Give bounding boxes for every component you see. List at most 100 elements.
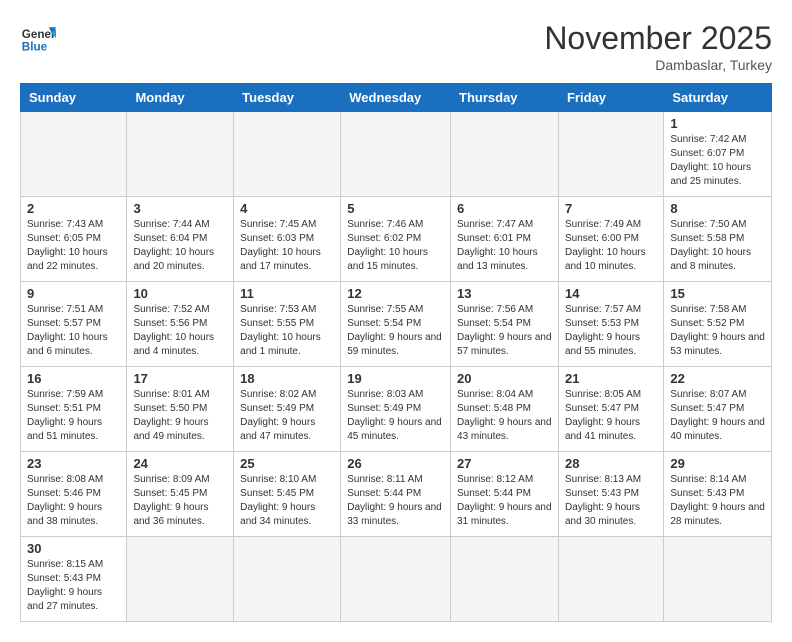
day-info: Sunrise: 8:14 AM Sunset: 5:43 PM Dayligh…: [670, 473, 765, 529]
month-title: November 2025: [544, 20, 772, 57]
day-cell: [127, 112, 234, 197]
day-number: 5: [347, 201, 444, 216]
day-cell: 19Sunrise: 8:03 AM Sunset: 5:49 PM Dayli…: [341, 367, 451, 452]
day-number: 22: [670, 371, 765, 386]
day-info: Sunrise: 7:45 AM Sunset: 6:03 PM Dayligh…: [240, 218, 334, 274]
day-info: Sunrise: 7:49 AM Sunset: 6:00 PM Dayligh…: [565, 218, 657, 274]
day-cell: 29 Sunrise: 8:14 AM Sunset: 5:43 PM Dayli…: [664, 452, 772, 537]
day-info: Sunrise: 7:50 AM Sunset: 5:58 PM Dayligh…: [670, 218, 765, 274]
day-info: Sunrise: 7:55 AM Sunset: 5:54 PM Dayligh…: [347, 303, 444, 359]
day-cell: 4 Sunrise: 7:45 AM Sunset: 6:03 PM Daylig…: [234, 197, 341, 282]
day-cell: 28 Sunrise: 8:13 AM Sunset: 5:43 PM Dayli…: [558, 452, 663, 537]
day-info: Sunrise: 8:01 AM Sunset: 5:50 PM Dayligh…: [133, 388, 227, 444]
day-cell: [451, 537, 559, 622]
day-number: 29: [670, 456, 765, 471]
day-info: Sunrise: 7:42 AM Sunset: 6:07 PM Dayligh…: [670, 133, 765, 189]
logo-icon: General Blue: [20, 20, 56, 56]
day-number: 16: [27, 371, 120, 386]
day-info: Sunrise: 7:46 AM Sunset: 6:02 PM Dayligh…: [347, 218, 444, 274]
day-number: 7: [565, 201, 657, 216]
week-row-2: 2Sunrise: 7:43 AM Sunset: 6:05 PM Daylig…: [21, 197, 772, 282]
day-cell: 25Sunrise: 8:10 AM Sunset: 5:45 PM Dayli…: [234, 452, 341, 537]
day-number: 14: [565, 286, 657, 301]
day-cell: 18 Sunrise: 8:02 AM Sunset: 5:49 PM Dayli…: [234, 367, 341, 452]
day-info: Sunrise: 8:09 AM Sunset: 5:45 PM Dayligh…: [133, 473, 227, 529]
day-number: 23: [27, 456, 120, 471]
week-row-6: 30Sunrise: 8:15 AM Sunset: 5:43 PM Dayli…: [21, 537, 772, 622]
day-cell: 11Sunrise: 7:53 AM Sunset: 5:55 PM Dayli…: [234, 282, 341, 367]
day-number: 1: [670, 116, 765, 131]
page-header: General Blue November 2025 Dambaslar, Tu…: [20, 20, 772, 73]
day-cell: 6 Sunrise: 7:47 AM Sunset: 6:01 PM Daylig…: [451, 197, 559, 282]
week-row-3: 9Sunrise: 7:51 AM Sunset: 5:57 PM Daylig…: [21, 282, 772, 367]
day-number: 10: [133, 286, 227, 301]
day-cell: 15 Sunrise: 7:58 AM Sunset: 5:52 PM Dayli…: [664, 282, 772, 367]
weekday-header-tuesday: Tuesday: [234, 84, 341, 112]
week-row-1: 1 Sunrise: 7:42 AM Sunset: 6:07 PM Daylig…: [21, 112, 772, 197]
day-number: 4: [240, 201, 334, 216]
day-number: 25: [240, 456, 334, 471]
day-cell: 24 Sunrise: 8:09 AM Sunset: 5:45 PM Dayli…: [127, 452, 234, 537]
day-cell: 30Sunrise: 8:15 AM Sunset: 5:43 PM Dayli…: [21, 537, 127, 622]
day-info: Sunrise: 8:13 AM Sunset: 5:43 PM Dayligh…: [565, 473, 657, 529]
day-info: Sunrise: 8:15 AM Sunset: 5:43 PM Dayligh…: [27, 558, 120, 614]
day-info: Sunrise: 7:52 AM Sunset: 5:56 PM Dayligh…: [133, 303, 227, 359]
day-info: Sunrise: 8:08 AM Sunset: 5:46 PM Dayligh…: [27, 473, 120, 529]
day-number: 6: [457, 201, 552, 216]
title-block: November 2025 Dambaslar, Turkey: [544, 20, 772, 73]
day-number: 9: [27, 286, 120, 301]
day-number: 18: [240, 371, 334, 386]
day-cell: 27Sunrise: 8:12 AM Sunset: 5:44 PM Dayli…: [451, 452, 559, 537]
day-cell: [234, 112, 341, 197]
day-cell: 14 Sunrise: 7:57 AM Sunset: 5:53 PM Dayli…: [558, 282, 663, 367]
day-number: 21: [565, 371, 657, 386]
day-info: Sunrise: 8:07 AM Sunset: 5:47 PM Dayligh…: [670, 388, 765, 444]
day-cell: [127, 537, 234, 622]
day-cell: 21 Sunrise: 8:05 AM Sunset: 5:47 PM Dayli…: [558, 367, 663, 452]
day-cell: 22 Sunrise: 8:07 AM Sunset: 5:47 PM Dayli…: [664, 367, 772, 452]
day-info: Sunrise: 7:56 AM Sunset: 5:54 PM Dayligh…: [457, 303, 552, 359]
day-number: 15: [670, 286, 765, 301]
day-info: Sunrise: 7:59 AM Sunset: 5:51 PM Dayligh…: [27, 388, 120, 444]
day-number: 20: [457, 371, 552, 386]
day-cell: 16 Sunrise: 7:59 AM Sunset: 5:51 PM Dayli…: [21, 367, 127, 452]
day-number: 28: [565, 456, 657, 471]
day-cell: 26Sunrise: 8:11 AM Sunset: 5:44 PM Dayli…: [341, 452, 451, 537]
day-number: 27: [457, 456, 552, 471]
calendar-table: SundayMondayTuesdayWednesdayThursdayFrid…: [20, 83, 772, 622]
day-info: Sunrise: 7:53 AM Sunset: 5:55 PM Dayligh…: [240, 303, 334, 359]
location: Dambaslar, Turkey: [544, 57, 772, 73]
weekday-header-monday: Monday: [127, 84, 234, 112]
weekday-header-row: SundayMondayTuesdayWednesdayThursdayFrid…: [21, 84, 772, 112]
day-cell: 13Sunrise: 7:56 AM Sunset: 5:54 PM Dayli…: [451, 282, 559, 367]
day-cell: 20Sunrise: 8:04 AM Sunset: 5:48 PM Dayli…: [451, 367, 559, 452]
day-cell: 12Sunrise: 7:55 AM Sunset: 5:54 PM Dayli…: [341, 282, 451, 367]
day-cell: [451, 112, 559, 197]
day-info: Sunrise: 8:02 AM Sunset: 5:49 PM Dayligh…: [240, 388, 334, 444]
day-info: Sunrise: 7:44 AM Sunset: 6:04 PM Dayligh…: [133, 218, 227, 274]
day-cell: [341, 112, 451, 197]
week-row-4: 16 Sunrise: 7:59 AM Sunset: 5:51 PM Dayli…: [21, 367, 772, 452]
day-number: 26: [347, 456, 444, 471]
day-info: Sunrise: 7:57 AM Sunset: 5:53 PM Dayligh…: [565, 303, 657, 359]
weekday-header-wednesday: Wednesday: [341, 84, 451, 112]
day-cell: [664, 537, 772, 622]
day-info: Sunrise: 7:58 AM Sunset: 5:52 PM Dayligh…: [670, 303, 765, 359]
weekday-header-saturday: Saturday: [664, 84, 772, 112]
day-number: 2: [27, 201, 120, 216]
day-number: 8: [670, 201, 765, 216]
day-cell: 9Sunrise: 7:51 AM Sunset: 5:57 PM Daylig…: [21, 282, 127, 367]
day-cell: 23 Sunrise: 8:08 AM Sunset: 5:46 PM Dayli…: [21, 452, 127, 537]
day-cell: [341, 537, 451, 622]
svg-text:Blue: Blue: [22, 41, 48, 54]
day-info: Sunrise: 7:47 AM Sunset: 6:01 PM Dayligh…: [457, 218, 552, 274]
day-cell: [21, 112, 127, 197]
logo: General Blue: [20, 20, 56, 56]
day-info: Sunrise: 8:05 AM Sunset: 5:47 PM Dayligh…: [565, 388, 657, 444]
day-number: 24: [133, 456, 227, 471]
day-cell: [558, 537, 663, 622]
weekday-header-friday: Friday: [558, 84, 663, 112]
weekday-header-sunday: Sunday: [21, 84, 127, 112]
day-cell: 2Sunrise: 7:43 AM Sunset: 6:05 PM Daylig…: [21, 197, 127, 282]
day-cell: 5 Sunrise: 7:46 AM Sunset: 6:02 PM Daylig…: [341, 197, 451, 282]
